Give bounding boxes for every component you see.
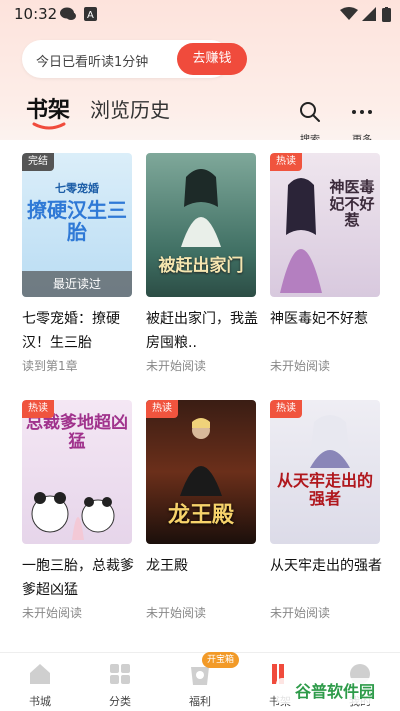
status-time: 10:32 <box>14 5 58 23</box>
nav-item-category[interactable]: 分类 <box>90 661 150 709</box>
tab-browse-history[interactable]: 浏览历史 <box>90 94 170 123</box>
book-badge: 热读 <box>270 400 302 418</box>
cover-figure <box>180 418 222 496</box>
welfare-badge: 开宝箱 <box>202 652 240 668</box>
bookshelf-grid: 七零宠婚 撩硬汉生三胎 完结 最近读过 七零宠婚：撩硬汉！生三胎 读到第1章 被… <box>0 140 400 652</box>
nav-label: 分类 <box>109 695 131 708</box>
home-icon <box>30 664 50 684</box>
book-cover[interactable]: 七零宠婚 撩硬汉生三胎 完结 最近读过 <box>22 153 132 297</box>
watermark-text: 谷普软件园 <box>295 682 375 701</box>
cover-figure <box>310 415 350 468</box>
book-title: 七零宠婚：撩硬汉！生三胎 <box>22 311 120 351</box>
book-status: 未开始阅读 <box>270 359 331 373</box>
wifi-icon <box>340 7 358 20</box>
book-badge: 热读 <box>146 400 178 418</box>
book-cover[interactable]: 龙王殿 热读 <box>146 400 256 544</box>
book-cover[interactable]: 从天牢走出的强者 热读 <box>270 400 380 544</box>
cover-tag-text: 七零宠婚 <box>55 182 99 195</box>
more-dots-icon <box>352 110 372 114</box>
book-badge: 热读 <box>22 400 54 418</box>
cover-title-text: 龙王殿 <box>167 503 234 528</box>
book-status: 未开始阅读 <box>22 606 83 620</box>
cover-title-text: 总裁爹地超凶猛 <box>26 413 128 452</box>
active-tab-indicator <box>32 122 66 130</box>
cover-figure <box>280 178 322 293</box>
earn-money-button[interactable]: 去赚钱 <box>177 43 247 75</box>
listen-time-chip: 今日已看听读1分钟 去赚钱 <box>22 40 247 78</box>
book-title: 龙王殿 <box>146 558 188 574</box>
book-cover[interactable]: 总裁爹地超凶猛 热读 <box>22 400 132 544</box>
book-status: 未开始阅读 <box>146 359 207 373</box>
search-icon <box>300 102 320 122</box>
nav-item-bookstore[interactable]: 书城 <box>10 661 70 709</box>
tab-bookshelf[interactable]: 书架 <box>26 92 70 124</box>
book-badge: 热读 <box>270 153 302 171</box>
book-status: 未开始阅读 <box>146 606 207 620</box>
cover-title-text: 被赶出家门 <box>158 256 244 276</box>
watermark: 谷普软件园 <box>276 676 394 706</box>
book-title: 神医毒妃不好惹 <box>270 311 368 327</box>
signal-icon <box>362 7 376 21</box>
book-badge: 完结 <box>22 153 54 171</box>
svg-text:A: A <box>87 10 94 21</box>
book-title: 从天牢走出的强者 <box>270 558 382 574</box>
status-bar: 10:32 A <box>0 0 400 30</box>
listen-time-text: 今日已看听读1分钟 <box>36 55 149 70</box>
book-status: 读到第1章 <box>22 359 78 373</box>
nav-label: 书城 <box>29 695 51 708</box>
app-notification-icon: A <box>84 7 97 21</box>
watermark-logo: 谷普软件园 <box>276 678 394 704</box>
cover-pandas <box>31 492 115 540</box>
cover-title-text: 从天牢走出的强者 <box>276 471 373 508</box>
book-title: 一胞三胎，总裁爹爹超凶猛 <box>22 558 134 598</box>
message-icon <box>60 7 76 20</box>
nav-item-welfare[interactable]: 福利 <box>170 661 230 709</box>
nav-label: 福利 <box>189 695 211 708</box>
category-grid-icon <box>110 664 130 684</box>
book-status: 未开始阅读 <box>270 606 331 620</box>
battery-icon <box>382 7 391 22</box>
book-cover[interactable]: 被赶出家门 <box>146 153 256 297</box>
cover-title-text: 神医毒妃不好惹 <box>329 178 375 229</box>
book-title: 被赶出家门，我盖房囤粮.. <box>146 311 258 351</box>
cover-figure <box>181 169 221 247</box>
book-cover[interactable]: 神医毒妃不好惹 热读 <box>270 153 380 297</box>
recently-read-overlay: 最近读过 <box>22 271 132 297</box>
cover-title-text: 撩硬汉生三胎 <box>27 198 127 244</box>
